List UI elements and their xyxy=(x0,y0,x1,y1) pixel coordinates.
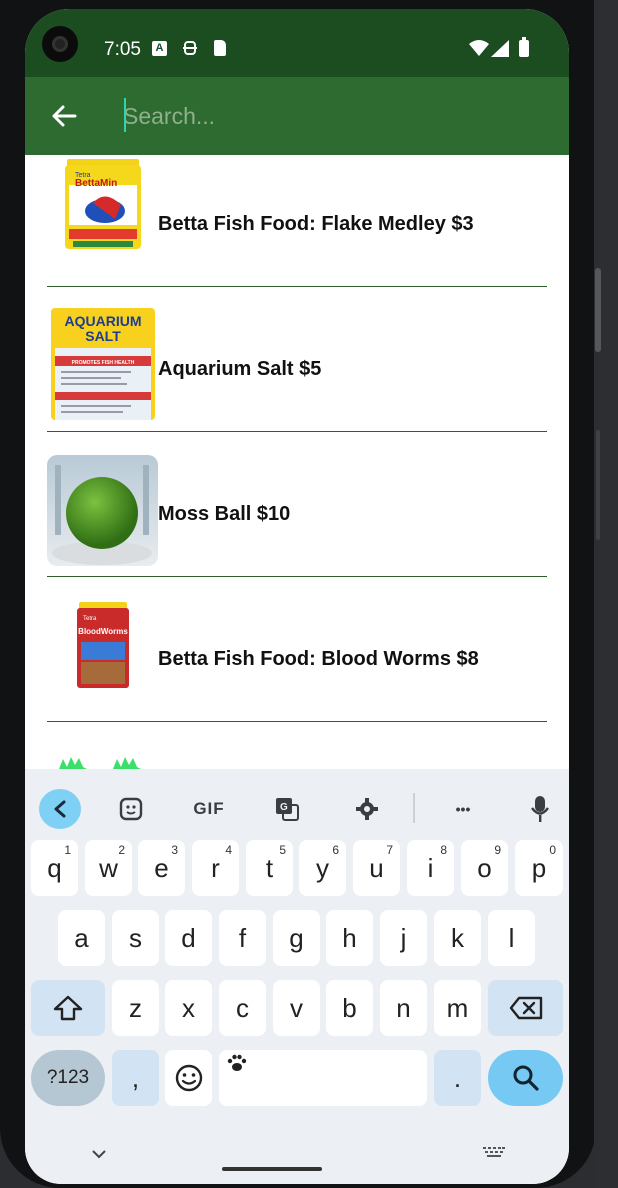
key-v[interactable]: v xyxy=(273,980,320,1036)
key-p[interactable]: p0 xyxy=(515,840,563,896)
product-label: Betta Fish Food: Blood Worms $8 xyxy=(158,648,479,670)
wifi-icon xyxy=(469,40,489,61)
product-image xyxy=(47,455,158,566)
status-time: 7:05 xyxy=(104,39,141,60)
list-item[interactable]: Tetra BettaMin Betta Fish Food: Flake Me… xyxy=(47,155,547,287)
key-c[interactable]: c xyxy=(219,980,266,1036)
more-options-icon[interactable]: ••• xyxy=(443,789,483,829)
key-q[interactable]: q1 xyxy=(31,840,78,896)
search-input[interactable] xyxy=(123,97,543,135)
product-image: Tetra BettaMin xyxy=(65,159,141,257)
phone-screen: 7:05 A Search... Tetra BettaMin Betta Fi… xyxy=(25,9,569,1184)
hide-keyboard-chevron-icon[interactable] xyxy=(91,1147,107,1159)
key-t[interactable]: t5 xyxy=(246,840,293,896)
search-icon xyxy=(513,1065,539,1091)
product-list: Tetra BettaMin Betta Fish Food: Flake Me… xyxy=(25,155,569,769)
search-key[interactable] xyxy=(488,1050,563,1106)
onscreen-keyboard: GIF G ••• q1 w2 e3 r4 t5 y6 u7 i8 o9 p0 … xyxy=(25,769,569,1184)
gesture-nav-handle[interactable] xyxy=(222,1167,322,1171)
key-w[interactable]: w2 xyxy=(85,840,132,896)
front-camera xyxy=(42,26,78,62)
product-label: Moss Ball $10 xyxy=(158,503,291,525)
pack-title: BettaMin xyxy=(75,178,117,189)
key-z[interactable]: z xyxy=(112,980,159,1036)
shift-key[interactable] xyxy=(31,980,105,1036)
key-f[interactable]: f xyxy=(219,910,266,966)
status-bar: 7:05 A xyxy=(25,9,569,77)
key-s[interactable]: s xyxy=(112,910,159,966)
key-o[interactable]: o9 xyxy=(461,840,508,896)
key-x[interactable]: x xyxy=(165,980,212,1036)
gif-button[interactable]: GIF xyxy=(187,789,231,829)
microphone-icon[interactable] xyxy=(523,789,557,829)
partial-product-image xyxy=(57,753,147,769)
pack-brand: Tetra xyxy=(83,616,97,622)
sd-card-icon xyxy=(214,40,226,56)
back-arrow-icon[interactable] xyxy=(49,101,79,131)
key-g[interactable]: g xyxy=(273,910,320,966)
product-image: Tetra BloodWorms xyxy=(77,602,129,692)
key-j[interactable]: j xyxy=(380,910,427,966)
key-i[interactable]: i8 xyxy=(407,840,454,896)
product-label: Aquarium Salt $5 xyxy=(158,358,322,380)
symbols-key[interactable]: ?123 xyxy=(31,1050,105,1106)
key-r[interactable]: r4 xyxy=(192,840,239,896)
product-label: Betta Fish Food: Flake Medley $3 xyxy=(158,213,474,235)
translate-icon[interactable]: G xyxy=(269,789,305,829)
paw-icon xyxy=(227,1054,247,1071)
power-button xyxy=(595,268,601,352)
key-b[interactable]: b xyxy=(326,980,373,1036)
key-k[interactable]: k xyxy=(434,910,481,966)
product-image: AQUARIUM SALT PROMOTES FISH HEALTH xyxy=(51,308,155,420)
desktop-background xyxy=(594,0,618,1188)
keyboard-switch-icon[interactable] xyxy=(483,1147,505,1161)
keyboard-collapse-button[interactable] xyxy=(39,789,81,829)
battery-icon xyxy=(519,37,529,57)
sticker-icon[interactable] xyxy=(113,789,149,829)
backspace-icon xyxy=(509,996,542,1020)
comma-key[interactable]: , xyxy=(112,1050,159,1106)
volume-button xyxy=(596,430,600,540)
pack-subtitle: SALT xyxy=(85,328,121,344)
pack-tagline: PROMOTES FISH HEALTH xyxy=(72,360,135,366)
android-debug-icon xyxy=(183,40,197,56)
cell-signal-icon xyxy=(491,40,509,62)
search-app-bar xyxy=(25,77,569,155)
list-item[interactable]: Tetra BloodWorms Betta Fish Food: Blood … xyxy=(47,576,547,722)
pack-title: AQUARIUM xyxy=(65,313,142,329)
key-n[interactable]: n xyxy=(380,980,427,1036)
list-item[interactable]: AQUARIUM SALT PROMOTES FISH HEALTH Aquar… xyxy=(47,286,547,432)
key-h[interactable]: h xyxy=(326,910,373,966)
settings-gear-icon[interactable] xyxy=(349,789,385,829)
key-u[interactable]: u7 xyxy=(353,840,400,896)
emoji-key[interactable] xyxy=(165,1050,212,1106)
text-cursor xyxy=(124,98,126,132)
shift-arrow-icon xyxy=(53,995,83,1021)
key-e[interactable]: e3 xyxy=(138,840,185,896)
emoji-icon xyxy=(175,1064,202,1092)
key-d[interactable]: d xyxy=(165,910,212,966)
list-item[interactable]: Moss Ball $10 xyxy=(47,431,547,577)
backspace-key[interactable] xyxy=(488,980,563,1036)
keyboard-indicator-icon: A xyxy=(152,41,167,56)
key-y[interactable]: y6 xyxy=(299,840,346,896)
key-a[interactable]: a xyxy=(58,910,105,966)
pack-title: BloodWorms xyxy=(78,627,128,636)
key-m[interactable]: m xyxy=(434,980,481,1036)
svg-text:G: G xyxy=(280,802,288,813)
key-l[interactable]: l xyxy=(488,910,535,966)
toolbar-divider xyxy=(413,793,415,823)
period-key[interactable]: . xyxy=(434,1050,481,1106)
space-key[interactable] xyxy=(219,1050,427,1106)
